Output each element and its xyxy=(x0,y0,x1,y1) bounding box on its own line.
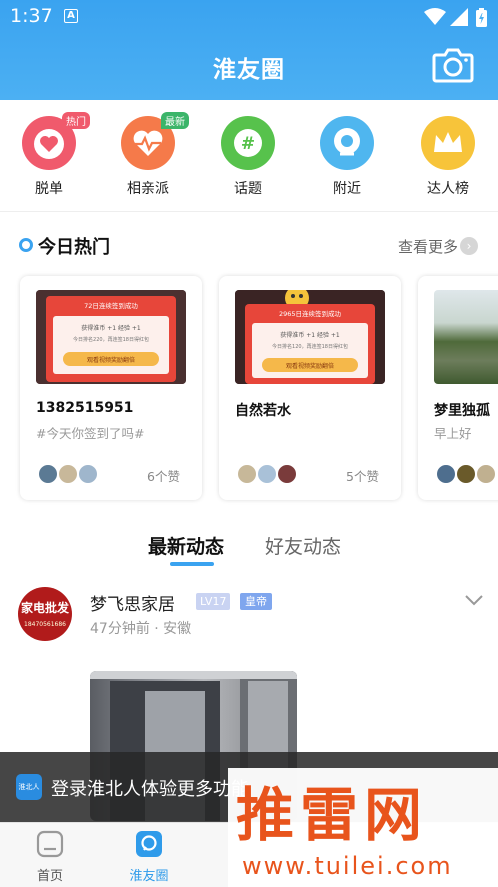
category-ranking[interactable]: 达人榜 xyxy=(408,116,488,198)
post-author[interactable]: 梦飞思家居 xyxy=(90,590,175,615)
chevron-down-icon[interactable] xyxy=(464,593,484,607)
new-tag: 最新 xyxy=(161,112,189,129)
camera-button[interactable] xyxy=(432,47,474,83)
battery-icon xyxy=(476,8,487,27)
wifi-icon xyxy=(424,8,446,25)
svg-text:#: # xyxy=(241,134,255,154)
tab-latest[interactable]: 最新动态 xyxy=(148,532,224,559)
cell-signal-icon xyxy=(450,8,468,26)
avatar xyxy=(436,464,456,484)
status-time: 1:37 xyxy=(10,5,53,27)
card-text: #今天你签到了吗# xyxy=(36,426,145,441)
avatar xyxy=(237,464,257,484)
section-dot-icon xyxy=(19,238,33,252)
like-count: 6个赞 xyxy=(147,469,180,484)
circle-icon xyxy=(136,831,162,857)
page-title: 淮友圈 xyxy=(213,57,285,83)
avatar xyxy=(38,464,58,484)
nav-label: 首页 xyxy=(36,869,63,884)
watermark-logo: 推雷网 xyxy=(236,781,429,849)
notification-a-icon: A xyxy=(64,9,78,23)
card-image-button: 观看视频奖励翻倍 xyxy=(286,362,334,370)
card-image xyxy=(434,290,498,384)
avatar xyxy=(58,464,78,484)
post-avatar[interactable]: 家电批发 18470561686 xyxy=(18,587,72,641)
hot-card[interactable]: 2965日连续签到成功 获得淮币 +1 经验 +1 今日排名120，再连签18日… xyxy=(219,276,401,500)
category-topic[interactable]: # 话题 xyxy=(208,116,288,198)
card-image: 72日连续签到成功 获得淮币 +1 经验 +1 今日排名220，再连签18日得红… xyxy=(36,290,186,384)
watermark-url: www.tuilei.com xyxy=(242,852,453,880)
heartbeat-icon: 最新 xyxy=(121,112,189,170)
hot-card[interactable]: 72日连续签到成功 获得淮币 +1 经验 +1 今日排名220，再连签18日得红… xyxy=(20,276,202,500)
crown-icon xyxy=(421,116,475,170)
avatar-phone: 18470561686 xyxy=(24,621,66,628)
card-image-button: 观看视频奖励翻倍 xyxy=(87,356,135,364)
card-author: 1382515951 xyxy=(36,400,134,416)
card-image-line: 获得淮币 +1 经验 +1 xyxy=(280,331,340,339)
card-image: 2965日连续签到成功 获得淮币 +1 经验 +1 今日排名120，再连签18日… xyxy=(235,290,385,384)
rank-badge: 皇帝 xyxy=(240,593,272,610)
avatar-text: 家电批发 xyxy=(20,601,69,615)
category-nearby[interactable]: 附近 xyxy=(307,116,387,198)
app-screen: 1:37 A 淮友圈 热门 脱单 最新 相亲派 # 话题 附近 达人榜 今日热门… xyxy=(0,0,498,887)
home-icon xyxy=(36,830,64,858)
category-label: 相亲派 xyxy=(127,181,169,197)
card-author: 梦里独孤 xyxy=(434,403,490,419)
location-icon xyxy=(320,116,374,170)
chevron-right-icon[interactable]: › xyxy=(460,237,478,255)
nav-home[interactable]: 首页 xyxy=(20,829,80,884)
category-label: 附近 xyxy=(333,181,361,197)
hashtag-icon: # xyxy=(221,116,275,170)
nav-label: 淮友圈 xyxy=(129,869,169,884)
tab-friends[interactable]: 好友动态 xyxy=(265,532,341,559)
app-logo: 淮北人 xyxy=(16,774,42,800)
avatar xyxy=(277,464,297,484)
card-text: 早上好 xyxy=(434,426,472,441)
hot-section-header: 今日热门 查看更多 › xyxy=(0,230,498,260)
card-image-title: 2965日连续签到成功 xyxy=(279,309,342,318)
avatar xyxy=(257,464,277,484)
top-bar: 1:37 A 淮友圈 xyxy=(0,0,498,100)
category-label: 脱单 xyxy=(35,181,63,197)
card-author: 自然若水 xyxy=(235,403,291,419)
status-bar: 1:37 A xyxy=(0,0,498,34)
category-xiangqin[interactable]: 最新 相亲派 xyxy=(108,112,189,198)
post-meta: 47分钟前 · 安徽 xyxy=(90,621,192,637)
category-row: 热门 脱单 最新 相亲派 # 话题 附近 达人榜 xyxy=(0,100,498,212)
nav-circle[interactable]: 淮友圈 xyxy=(119,829,179,884)
level-badge: LV17 xyxy=(196,593,231,610)
hot-card[interactable]: 梦里独孤 早上好 xyxy=(418,276,498,500)
card-image-line: 今日排名220，再连签18日得红包 xyxy=(73,336,149,343)
category-label: 达人榜 xyxy=(427,181,469,197)
category-tuodan[interactable]: 热门 脱单 xyxy=(9,112,90,198)
card-image-line: 今日排名120，再连签18日得红包 xyxy=(272,343,348,350)
hot-section-title: 今日热门 xyxy=(38,237,110,258)
avatar xyxy=(78,464,98,484)
tab-indicator xyxy=(170,562,214,566)
avatar xyxy=(476,464,496,484)
like-count: 5个赞 xyxy=(346,469,379,484)
card-image-title: 72日连续签到成功 xyxy=(84,301,138,310)
watermark: 推雷网 www.tuilei.com xyxy=(228,768,498,887)
card-image-line: 获得淮币 +1 经验 +1 xyxy=(81,324,141,332)
category-label: 话题 xyxy=(234,181,262,197)
hot-tag: 热门 xyxy=(62,112,90,129)
avatar xyxy=(456,464,476,484)
see-more-link[interactable]: 查看更多 xyxy=(398,236,458,257)
heart-icon: 热门 xyxy=(22,112,90,170)
feed-tabs: 最新动态 好友动态 xyxy=(0,530,498,570)
login-prompt[interactable]: 登录淮北人体验更多功能 xyxy=(51,775,249,801)
